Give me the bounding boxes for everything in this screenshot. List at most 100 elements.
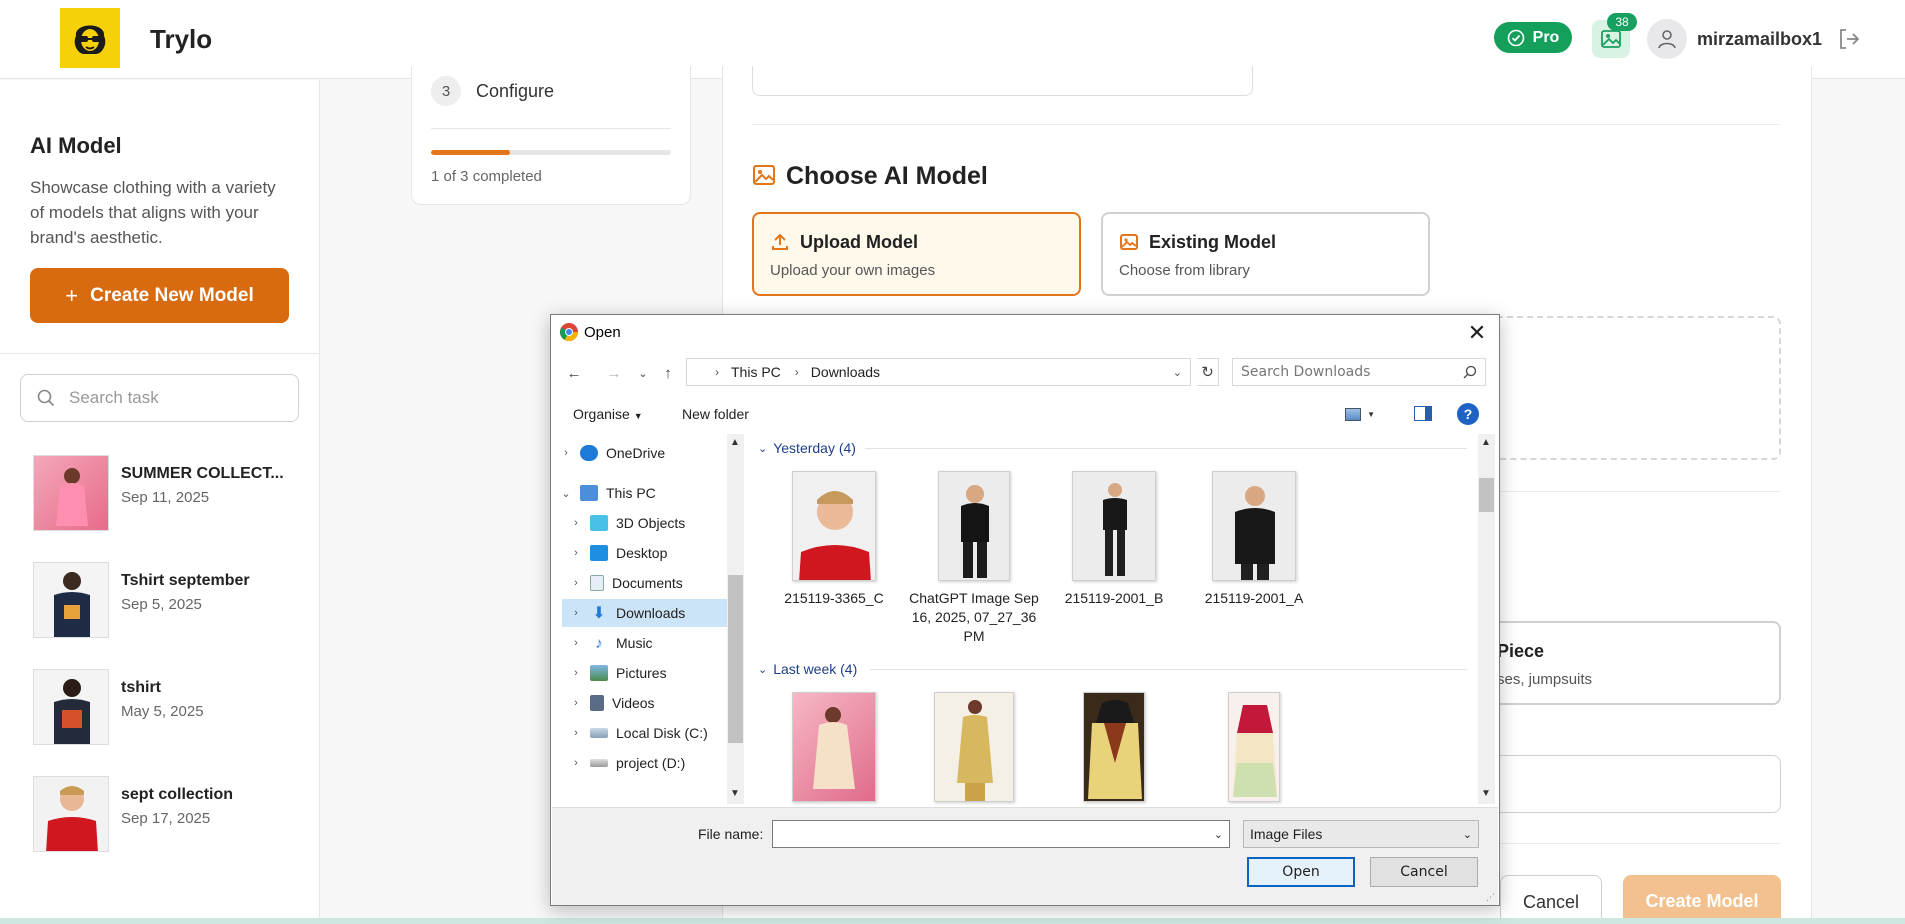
- file-thumbnail: [1083, 692, 1145, 802]
- open-button[interactable]: Open: [1247, 857, 1355, 887]
- section-divider: [1497, 491, 1781, 492]
- section-title: Choose AI Model: [786, 162, 988, 190]
- existing-model-option[interactable]: Existing Model Choose from library: [1101, 212, 1430, 296]
- file-type-select[interactable]: Image Files ⌄: [1243, 820, 1479, 848]
- tree-item-videos[interactable]: › Videos: [570, 689, 655, 717]
- preview-pane-icon[interactable]: [1414, 406, 1432, 421]
- logout-icon[interactable]: [1836, 26, 1862, 52]
- forward-arrow-icon[interactable]: →: [605, 362, 623, 384]
- scroll-up-icon[interactable]: ▲: [1481, 437, 1491, 448]
- file-item[interactable]: [769, 692, 899, 810]
- chevron-right-icon[interactable]: ›: [560, 447, 572, 459]
- tree-item-this-pc[interactable]: ⌄ This PC: [560, 479, 656, 507]
- close-icon[interactable]: ✕: [1464, 320, 1490, 346]
- chevron-down-icon[interactable]: ⌄: [1173, 366, 1182, 379]
- file-item[interactable]: 215119-3365_C: [769, 471, 899, 608]
- tree-item-documents[interactable]: › Documents: [570, 569, 683, 597]
- tree-item-3d-objects[interactable]: › 3D Objects: [570, 509, 685, 537]
- resize-grip-icon[interactable]: ⋰: [1486, 892, 1495, 903]
- chevron-right-icon[interactable]: ›: [570, 667, 582, 679]
- plus-icon: +: [65, 282, 79, 308]
- scroll-up-icon[interactable]: ▲: [730, 437, 740, 448]
- organise-menu[interactable]: Organise ▼: [573, 406, 643, 422]
- create-model-button[interactable]: Create Model: [1623, 875, 1781, 924]
- search-input[interactable]: [69, 388, 279, 408]
- group-header-last-week[interactable]: ⌄ Last week (4): [758, 661, 857, 677]
- tree-item-desktop[interactable]: › Desktop: [570, 539, 667, 567]
- file-item[interactable]: [909, 692, 1039, 810]
- cancel-button[interactable]: Cancel: [1500, 875, 1602, 924]
- username[interactable]: mirzamailbox1: [1697, 29, 1822, 50]
- task-search[interactable]: [20, 374, 299, 422]
- refresh-icon[interactable]: ↻: [1197, 358, 1219, 386]
- file-item[interactable]: 215119-2001_A: [1189, 471, 1319, 608]
- create-new-model-button[interactable]: + Create New Model: [30, 268, 289, 323]
- group-header-yesterday[interactable]: ⌄ Yesterday (4): [758, 440, 856, 456]
- address-bar[interactable]: › This PC › Downloads ⌄: [686, 358, 1191, 386]
- upload-model-option[interactable]: Upload Model Upload your own images: [752, 212, 1081, 296]
- scroll-down-icon[interactable]: ▼: [730, 788, 740, 799]
- view-options-button[interactable]: ▼: [1345, 404, 1375, 424]
- file-item[interactable]: [1189, 692, 1319, 810]
- chevron-right-icon[interactable]: ›: [570, 517, 582, 529]
- cube-icon: [590, 515, 608, 531]
- one-piece-option[interactable]: [1497, 621, 1781, 705]
- step-label[interactable]: Configure: [476, 81, 554, 102]
- tree-item-local-disk-c[interactable]: › Local Disk (C:): [570, 719, 708, 747]
- brand-name: Trylo: [150, 24, 213, 54]
- task-date: Sep 11, 2025: [121, 489, 210, 506]
- pro-badge[interactable]: Pro: [1494, 22, 1572, 53]
- chevron-right-icon[interactable]: ›: [570, 757, 582, 769]
- chevron-right-icon: ›: [715, 365, 719, 379]
- gallery-count-badge: 38: [1607, 13, 1637, 31]
- image-icon: [1120, 234, 1138, 250]
- tree-item-onedrive[interactable]: › OneDrive: [560, 439, 665, 467]
- new-folder-button[interactable]: New folder: [682, 406, 749, 422]
- dialog-search[interactable]: [1232, 358, 1486, 386]
- help-icon[interactable]: ?: [1457, 403, 1479, 425]
- chevron-right-icon[interactable]: ›: [570, 637, 582, 649]
- file-item[interactable]: [1049, 692, 1179, 810]
- chevron-right-icon[interactable]: ›: [570, 577, 582, 589]
- tree-item-project-d[interactable]: › project (D:): [570, 749, 685, 777]
- file-name: ChatGPT Image Sep 16, 2025, 07_27_36 PM: [909, 590, 1039, 644]
- chevron-down-icon[interactable]: ⌄: [1214, 828, 1223, 841]
- task-item[interactable]: Tshirt september Sep 5, 2025: [33, 562, 293, 638]
- image-icon: [1601, 30, 1621, 48]
- file-name-input[interactable]: ⌄: [772, 820, 1230, 848]
- task-item[interactable]: sept collection Sep 17, 2025: [33, 776, 293, 852]
- task-item[interactable]: tshirt May 5, 2025: [33, 669, 293, 745]
- cloud-icon: [580, 445, 598, 461]
- chevron-right-icon[interactable]: ›: [570, 547, 582, 559]
- task-item[interactable]: SUMMER COLLECT... Sep 11, 2025: [33, 455, 293, 531]
- recent-locations-icon[interactable]: ⌄: [634, 362, 652, 384]
- top-input-field[interactable]: [752, 66, 1253, 96]
- task-thumbnail: [33, 669, 109, 745]
- breadcrumb-this-pc[interactable]: This PC: [731, 364, 781, 380]
- up-arrow-icon[interactable]: ↑: [659, 362, 677, 384]
- upload-icon: [772, 233, 788, 250]
- upload-dropzone[interactable]: [1497, 316, 1781, 460]
- tree-item-music[interactable]: › ♪ Music: [570, 629, 652, 657]
- file-item[interactable]: 215119-2001_B: [1049, 471, 1179, 608]
- chevron-right-icon[interactable]: ›: [570, 607, 582, 619]
- file-item[interactable]: ChatGPT Image Sep 16, 2025, 07_27_36 PM: [909, 471, 1039, 646]
- brand-logo[interactable]: [60, 8, 120, 68]
- scroll-down-icon[interactable]: ▼: [1481, 788, 1491, 799]
- dialog-search-input[interactable]: [1241, 364, 1451, 380]
- model-name-input[interactable]: [1497, 755, 1781, 813]
- tree-item-downloads[interactable]: › ⬇ Downloads: [562, 599, 727, 627]
- back-arrow-icon[interactable]: ←: [565, 362, 583, 384]
- chevron-right-icon[interactable]: ›: [570, 727, 582, 739]
- file-thumbnail: [934, 692, 1014, 802]
- user-avatar[interactable]: [1647, 19, 1687, 59]
- option-title: Upload Model: [800, 232, 918, 252]
- step-number: 3: [431, 76, 461, 106]
- file-list-scrollbar-thumb[interactable]: [1479, 478, 1494, 512]
- tree-item-pictures[interactable]: › Pictures: [570, 659, 667, 687]
- dialog-cancel-button[interactable]: Cancel: [1370, 857, 1478, 887]
- chevron-down-icon[interactable]: ⌄: [560, 487, 572, 500]
- chevron-right-icon[interactable]: ›: [570, 697, 582, 709]
- breadcrumb-downloads[interactable]: Downloads: [811, 364, 880, 380]
- nav-scrollbar-thumb[interactable]: [728, 575, 743, 743]
